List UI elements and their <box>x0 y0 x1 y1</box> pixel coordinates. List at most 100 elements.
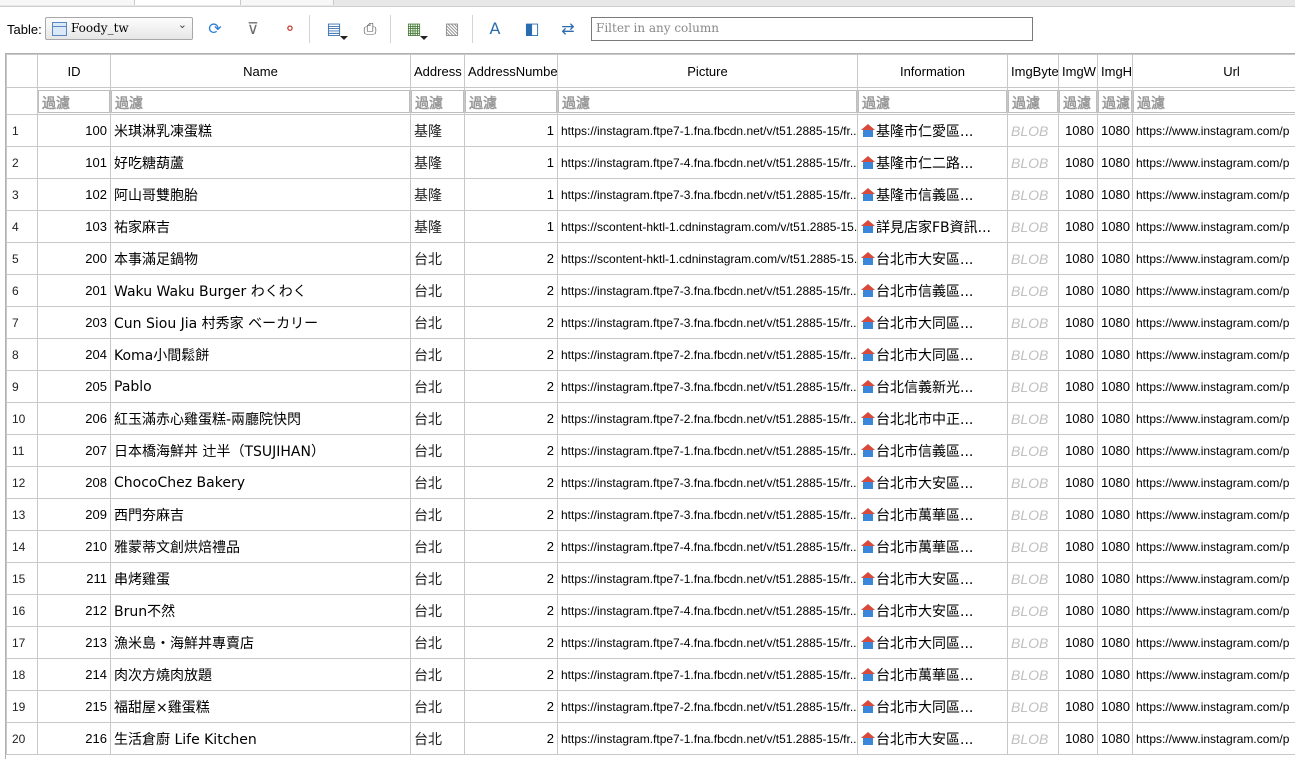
cell-url[interactable]: https://www.instagram.com/p <box>1133 691 1295 723</box>
cell-information[interactable]: 台北市大同區... <box>858 627 1008 659</box>
cell-id[interactable]: 208 <box>38 467 111 499</box>
column-header-picture[interactable]: Picture <box>558 55 858 88</box>
table-row[interactable]: 5200本事滿足鍋物台北2https://scontent-hktl-1.cdn… <box>7 243 1295 275</box>
column-header-id[interactable]: ID <box>38 55 111 88</box>
table-row[interactable]: 3102阿山哥雙胞胎基隆1https://instagram.ftpe7-3.f… <box>7 179 1295 211</box>
tab-database-structure[interactable] <box>0 0 135 5</box>
row-number[interactable]: 12 <box>7 467 38 499</box>
cell-url[interactable]: https://www.instagram.com/p <box>1133 371 1295 403</box>
cell-imgbyte[interactable]: BLOB <box>1008 499 1059 531</box>
row-number[interactable]: 2 <box>7 147 38 179</box>
cell-id[interactable]: 214 <box>38 659 111 691</box>
cell-imgbyte[interactable]: BLOB <box>1008 723 1059 755</box>
cell-url[interactable]: https://www.instagram.com/p <box>1133 147 1295 179</box>
cell-name[interactable]: 漁米島・海鮮丼專賣店 <box>111 627 411 659</box>
cell-address[interactable]: 基隆 <box>411 147 465 179</box>
row-number[interactable]: 9 <box>7 371 38 403</box>
cell-picture[interactable]: https://instagram.ftpe7-4.fna.fbcdn.net/… <box>558 147 858 179</box>
cell-imgh[interactable]: 1080 <box>1098 115 1133 147</box>
cell-addressnumber[interactable]: 1 <box>465 147 558 179</box>
cell-addressnumber[interactable]: 2 <box>465 467 558 499</box>
cell-name[interactable]: Brun不然 <box>111 595 411 627</box>
cell-name[interactable]: Waku Waku Burger わくわく <box>111 275 411 307</box>
cell-picture[interactable]: https://instagram.ftpe7-1.fna.fbcdn.net/… <box>558 115 858 147</box>
row-number[interactable]: 6 <box>7 275 38 307</box>
cell-address[interactable]: 台北 <box>411 723 465 755</box>
column-header-imgh[interactable]: ImgH <box>1098 55 1133 88</box>
cell-information[interactable]: 台北市萬華區... <box>858 499 1008 531</box>
cell-addressnumber[interactable]: 1 <box>465 115 558 147</box>
cell-name[interactable]: Cun Siou Jia 村秀家 ベーカリー <box>111 307 411 339</box>
cell-name[interactable]: 日本橋海鮮丼 辻半（TSUJIHAN） <box>111 435 411 467</box>
cell-url[interactable]: https://www.instagram.com/p <box>1133 467 1295 499</box>
cell-addressnumber[interactable]: 2 <box>465 307 558 339</box>
cell-picture[interactable]: https://instagram.ftpe7-1.fna.fbcdn.net/… <box>558 723 858 755</box>
cell-imgbyte[interactable]: BLOB <box>1008 147 1059 179</box>
cell-picture[interactable]: https://instagram.ftpe7-1.fna.fbcdn.net/… <box>558 659 858 691</box>
cell-name[interactable]: 肉次方燒肉放題 <box>111 659 411 691</box>
row-number[interactable]: 5 <box>7 243 38 275</box>
cell-imgw[interactable]: 1080 <box>1059 435 1098 467</box>
delete-record-button[interactable]: ▧ <box>440 17 464 41</box>
cell-url[interactable]: https://www.instagram.com/p <box>1133 211 1295 243</box>
cell-information[interactable]: 台北市大安區... <box>858 467 1008 499</box>
cell-addressnumber[interactable]: 2 <box>465 403 558 435</box>
table-row[interactable]: 9205Pablo台北2https://instagram.ftpe7-3.fn… <box>7 371 1295 403</box>
column-filter-input-address[interactable]: 過濾 <box>411 90 464 113</box>
cell-addressnumber[interactable]: 2 <box>465 659 558 691</box>
cell-id[interactable]: 209 <box>38 499 111 531</box>
cell-addressnumber[interactable]: 2 <box>465 563 558 595</box>
cell-imgh[interactable]: 1080 <box>1098 179 1133 211</box>
goto-cell-button[interactable]: ⇄ <box>556 17 580 41</box>
cell-imgbyte[interactable]: BLOB <box>1008 531 1059 563</box>
cell-imgh[interactable]: 1080 <box>1098 563 1133 595</box>
table-row[interactable]: 2101好吃糖葫蘆基隆1https://instagram.ftpe7-4.fn… <box>7 147 1295 179</box>
cell-information[interactable]: 台北市大安區... <box>858 723 1008 755</box>
cell-imgh[interactable]: 1080 <box>1098 147 1133 179</box>
data-grid[interactable]: IDNameAddressAddressNumberPictureInforma… <box>5 53 1295 759</box>
save-filter-button[interactable]: ⚬ <box>278 17 302 41</box>
tab-browse-data[interactable] <box>135 0 241 5</box>
cell-address[interactable]: 台北 <box>411 563 465 595</box>
row-number[interactable]: 16 <box>7 595 38 627</box>
cell-imgh[interactable]: 1080 <box>1098 691 1133 723</box>
table-row[interactable]: 16212Brun不然台北2https://instagram.ftpe7-4.… <box>7 595 1295 627</box>
table-row[interactable]: 15211串烤雞蛋台北2https://instagram.ftpe7-1.fn… <box>7 563 1295 595</box>
column-filter-input-picture[interactable]: 過濾 <box>558 90 857 113</box>
cell-url[interactable]: https://www.instagram.com/p <box>1133 435 1295 467</box>
cell-name[interactable]: 生活倉廚 Life Kitchen <box>111 723 411 755</box>
cell-imgbyte[interactable]: BLOB <box>1008 307 1059 339</box>
column-header-addressnumber[interactable]: AddressNumber <box>465 55 558 88</box>
cell-addressnumber[interactable]: 2 <box>465 339 558 371</box>
cell-id[interactable]: 213 <box>38 627 111 659</box>
table-row[interactable]: 13209西門夯麻吉台北2https://instagram.ftpe7-3.f… <box>7 499 1295 531</box>
cell-id[interactable]: 200 <box>38 243 111 275</box>
cell-addressnumber[interactable]: 2 <box>465 243 558 275</box>
cell-url[interactable]: https://www.instagram.com/p <box>1133 115 1295 147</box>
row-number[interactable]: 10 <box>7 403 38 435</box>
cell-imgh[interactable]: 1080 <box>1098 339 1133 371</box>
cell-imgbyte[interactable]: BLOB <box>1008 691 1059 723</box>
cell-picture[interactable]: https://instagram.ftpe7-3.fna.fbcdn.net/… <box>558 307 858 339</box>
table-row[interactable]: 1100米琪淋乳凍蛋糕基隆1https://instagram.ftpe7-1.… <box>7 115 1295 147</box>
cell-addressnumber[interactable]: 1 <box>465 179 558 211</box>
cell-imgh[interactable]: 1080 <box>1098 211 1133 243</box>
cell-picture[interactable]: https://scontent-hktl-1.cdninstagram.com… <box>558 243 858 275</box>
cell-imgh[interactable]: 1080 <box>1098 371 1133 403</box>
cell-picture[interactable]: https://instagram.ftpe7-1.fna.fbcdn.net/… <box>558 435 858 467</box>
refresh-button[interactable]: ⟳ <box>203 17 227 41</box>
cell-information[interactable]: 台北市萬華區... <box>858 659 1008 691</box>
cell-url[interactable]: https://www.instagram.com/p <box>1133 179 1295 211</box>
print-button[interactable]: ⎙ <box>358 17 382 41</box>
cell-addressnumber[interactable]: 2 <box>465 435 558 467</box>
cell-name[interactable]: Koma小間鬆餅 <box>111 339 411 371</box>
insert-record-button[interactable]: ▤ <box>322 17 346 41</box>
cell-url[interactable]: https://www.instagram.com/p <box>1133 275 1295 307</box>
cell-picture[interactable]: https://instagram.ftpe7-3.fna.fbcdn.net/… <box>558 371 858 403</box>
cell-url[interactable]: https://www.instagram.com/p <box>1133 627 1295 659</box>
cell-id[interactable]: 205 <box>38 371 111 403</box>
cell-picture[interactable]: https://instagram.ftpe7-3.fna.fbcdn.net/… <box>558 275 858 307</box>
column-header-name[interactable]: Name <box>111 55 411 88</box>
cell-addressnumber[interactable]: 2 <box>465 627 558 659</box>
cell-url[interactable]: https://www.instagram.com/p <box>1133 595 1295 627</box>
